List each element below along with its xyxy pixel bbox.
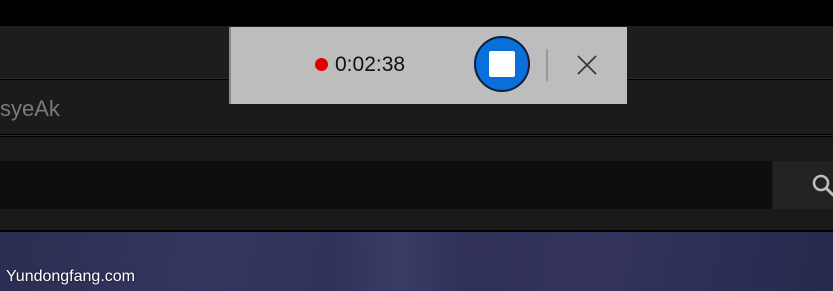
recording-indicator-icon	[315, 58, 328, 71]
channel-name: syeAk	[0, 96, 60, 121]
top-bar	[0, 0, 833, 26]
stop-icon	[489, 51, 515, 77]
screen: syeAk Yundongfang.com 0:02:38	[0, 0, 833, 291]
search-input[interactable]	[0, 161, 772, 209]
search-button[interactable]	[773, 161, 833, 209]
close-button[interactable]	[570, 48, 604, 82]
recording-timer: 0:02:38	[335, 53, 406, 76]
recording-toolbar[interactable]: 0:02:38	[229, 27, 627, 104]
stop-recording-button[interactable]	[474, 36, 530, 92]
toolbar-divider	[546, 49, 548, 81]
watermark: Yundongfang.com	[6, 268, 135, 285]
close-icon	[577, 55, 597, 75]
divider	[0, 135, 833, 136]
search-bar	[0, 137, 833, 230]
search-icon	[812, 174, 833, 197]
